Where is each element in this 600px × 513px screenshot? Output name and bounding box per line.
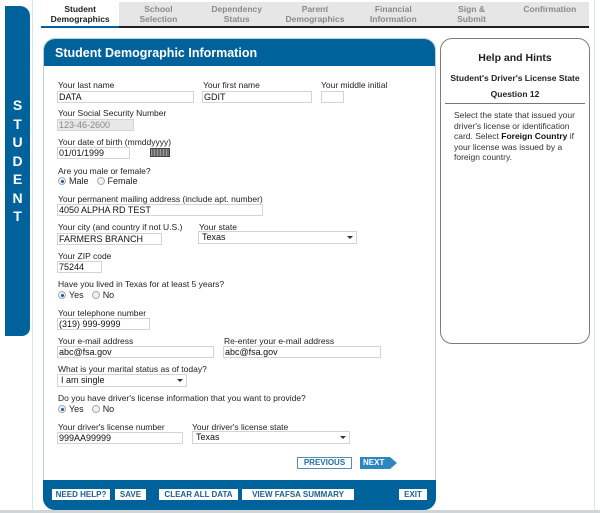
tab-label: Information	[369, 14, 417, 24]
license-yes-label: Yes	[69, 404, 84, 414]
view-fafsa-summary-button[interactable]: VIEW FAFSA SUMMARY	[242, 489, 354, 500]
state-select[interactable]: Texas	[198, 231, 357, 244]
exit-button[interactable]: EXIT	[399, 489, 427, 500]
last-name-label: Your last name	[58, 80, 115, 90]
tab-label: Demographics	[50, 14, 110, 24]
license-question-label: Do you have driver's license information…	[58, 393, 306, 403]
marital-status-label: What is your marital status as of today?	[58, 364, 207, 374]
tab-label: Parent	[301, 4, 329, 14]
save-button[interactable]: SAVE	[115, 489, 146, 500]
tab-label: Demographics	[285, 14, 345, 24]
help-subtitle: Student's Driver's License State	[450, 73, 580, 83]
dob-input[interactable]: 01/01/1999	[57, 147, 130, 159]
texas-residency-label: Have you lived in Texas for at least 5 y…	[58, 279, 225, 289]
license-state-select[interactable]: Texas	[192, 431, 350, 444]
help-question-number: Question 12	[490, 89, 540, 99]
email-confirm-input[interactable]: abc@fsa.gov	[223, 346, 381, 358]
marital-status-value: I am single	[61, 375, 105, 385]
texas-yes-radio[interactable]	[58, 291, 66, 299]
email-confirm-label: Re-enter your e-mail address	[224, 336, 335, 346]
tab-label: Selection	[139, 14, 178, 24]
page-border-left	[32, 0, 33, 513]
form-title: Student Demographic Information	[44, 39, 435, 66]
address-input[interactable]: 4050 ALPHA RD TEST	[57, 204, 263, 216]
ssn-label: Your Social Security Number	[58, 108, 167, 118]
previous-button[interactable]: PREVIOUS	[297, 457, 352, 469]
texas-no-radio[interactable]	[91, 291, 100, 299]
texas-no-label: No	[102, 290, 115, 300]
female-radio[interactable]	[96, 177, 105, 185]
email-label: Your e-mail address	[58, 336, 134, 346]
license-no-label: No	[102, 404, 115, 414]
zip-input[interactable]: 75244	[57, 261, 102, 273]
gender-label: Are you male or female?	[58, 166, 151, 176]
texas-yes-label: Yes	[69, 290, 84, 300]
chevron-down-icon	[347, 236, 353, 239]
side-label-letter: U	[12, 134, 23, 150]
side-label-letter: N	[12, 189, 23, 206]
tab-label: Student	[64, 4, 96, 14]
tab-label: Financial	[374, 4, 412, 14]
ssn-input: 123-46-2600	[57, 119, 134, 131]
first-name-label: Your first name	[203, 80, 260, 90]
state-select-value: Texas	[202, 232, 226, 242]
tab-dependency-status[interactable]: Dependency Status	[198, 2, 276, 26]
page-border-right	[594, 0, 595, 513]
tab-label: Sign &	[458, 4, 485, 14]
student-section-label: STUDENT	[5, 96, 30, 226]
next-button[interactable]: NEXT	[360, 457, 397, 469]
zip-label: Your ZIP code	[58, 251, 112, 261]
city-input[interactable]: FARMERS BRANCH	[57, 233, 162, 245]
tab-sign-submit[interactable]: Sign & Submit	[432, 2, 510, 26]
gender-radio-group: Male Female	[58, 176, 146, 186]
middle-initial-label: Your middle initial	[321, 80, 388, 90]
tab-confirmation[interactable]: Confirmation	[511, 2, 589, 26]
tab-financial-information[interactable]: Financial Information	[354, 2, 432, 26]
male-label: Male	[69, 176, 89, 186]
tab-school-selection[interactable]: School Selection	[119, 2, 197, 26]
phone-label: Your telephone number	[58, 308, 147, 318]
tab-label: Status	[223, 14, 250, 24]
middle-initial-input[interactable]	[321, 91, 344, 103]
tab-label: School	[144, 4, 173, 14]
first-name-input[interactable]: GDIT	[202, 91, 312, 103]
side-label-letter: S	[12, 97, 23, 113]
side-label-letter: T	[13, 115, 22, 132]
clear-all-data-button[interactable]: CLEAR ALL DATA	[159, 489, 238, 500]
help-divider	[445, 103, 585, 104]
calendar-icon[interactable]	[150, 148, 170, 157]
need-help-button[interactable]: NEED HELP?	[52, 489, 110, 500]
phone-input[interactable]: (319) 999-9999	[57, 318, 150, 330]
tab-label: Submit	[457, 14, 486, 24]
license-number-input[interactable]: 999AA99999	[57, 432, 183, 444]
side-label-letter: D	[12, 152, 23, 169]
texas-residency-radio-group: Yes No	[58, 290, 122, 300]
chevron-down-icon	[177, 379, 183, 382]
help-hints-panel: Help and Hints Student's Driver's Licens…	[440, 38, 590, 344]
license-yes-radio[interactable]	[58, 405, 66, 413]
tab-parent-demographics[interactable]: Parent Demographics	[276, 2, 354, 26]
male-radio[interactable]	[58, 177, 66, 185]
marital-status-select[interactable]: I am single	[57, 374, 187, 387]
help-body-text: Select the state that issued your driver…	[454, 110, 583, 163]
license-state-value: Texas	[196, 432, 220, 442]
address-label: Your permanent mailing address (include …	[58, 194, 263, 204]
tab-label: Dependency	[211, 4, 262, 14]
email-input[interactable]: abc@fsa.gov	[57, 346, 214, 358]
female-label: Female	[107, 176, 138, 186]
city-label: Your city (and country if not U.S.)	[58, 222, 183, 232]
section-tabs: Student Demographics School Selection Depe…	[41, 2, 589, 28]
side-label-letter: E	[12, 171, 23, 187]
license-number-label: Your driver's license number	[58, 422, 165, 432]
side-label-letter: T	[13, 208, 22, 224]
help-text-bold: Foreign Country	[501, 131, 568, 141]
help-title: Help and Hints	[478, 52, 552, 64]
chevron-down-icon	[340, 436, 346, 439]
tab-student-demographics[interactable]: Student Demographics	[41, 2, 120, 28]
dob-label: Your date of birth (mmddyyyy)	[58, 137, 172, 147]
tab-label: Confirmation	[523, 4, 577, 14]
license-radio-group: Yes No	[58, 404, 122, 414]
license-no-radio[interactable]	[91, 405, 100, 413]
last-name-input[interactable]: DATA	[57, 91, 194, 103]
